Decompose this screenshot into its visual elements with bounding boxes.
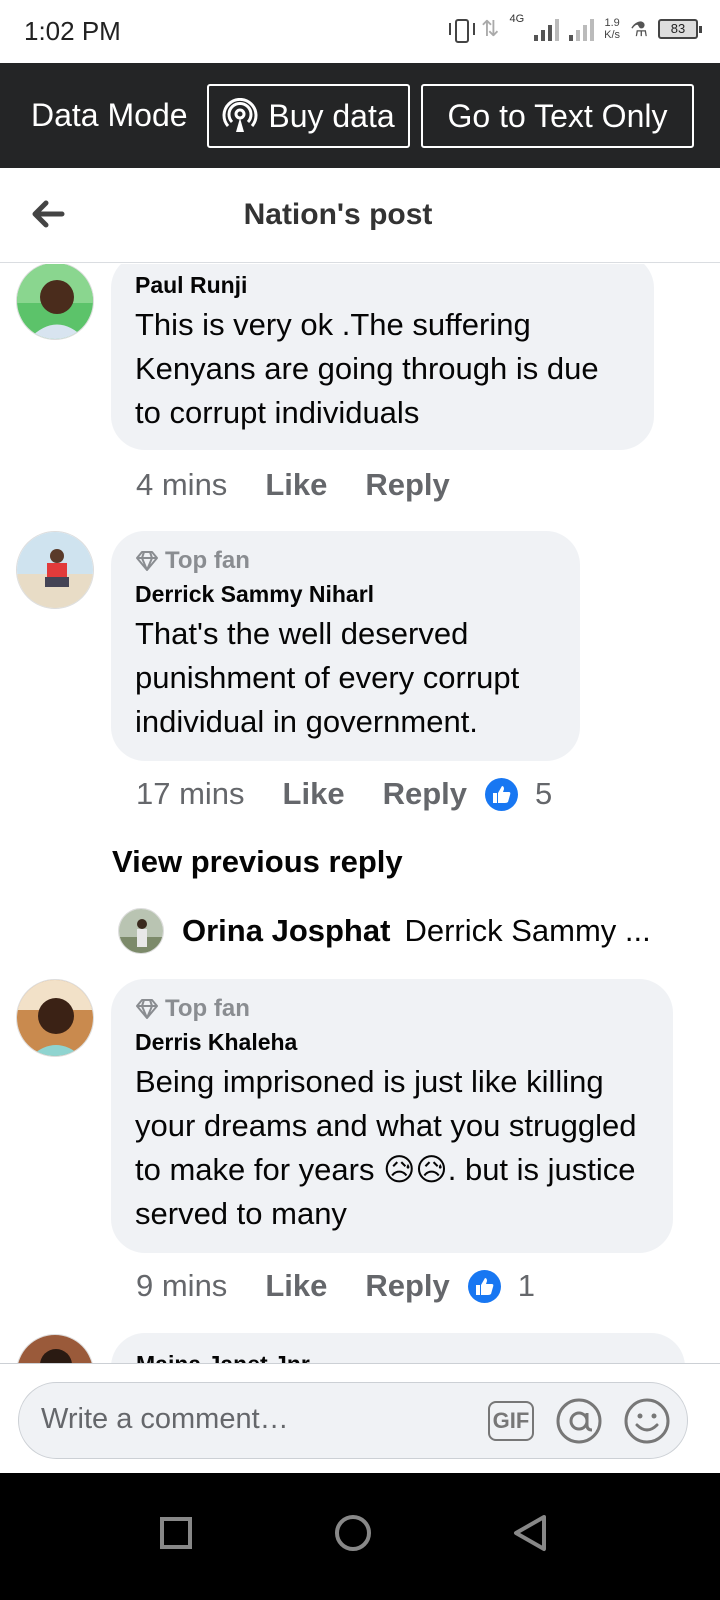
text-only-label: Go to Text Only [447, 98, 668, 134]
broadcast-icon [222, 98, 258, 132]
reaction-count[interactable]: 5 [535, 776, 552, 812]
reply-preview[interactable]: Orina Josphat Derrick Sammy ... [118, 908, 651, 954]
comment-bubble: Paul Runji This is very ok .The sufferin… [111, 264, 654, 450]
comment-text: Being imprisoned is just like killing yo… [135, 1064, 637, 1231]
like-button[interactable]: Like [283, 776, 345, 812]
comment-author[interactable]: Derrick Sammy Niharl [135, 581, 556, 608]
network-type: 4G [509, 13, 525, 25]
status-time: 1:02 PM [24, 16, 121, 46]
comment-author[interactable]: Derris Khaleha [135, 1029, 649, 1056]
diamond-icon [136, 999, 158, 1019]
like-button[interactable]: Like [265, 1268, 327, 1304]
gif-icon: GIF [488, 1401, 534, 1441]
status-bar: 1:02 PM ⇅ 4G 1.9 K/s ⚗ 83 [0, 0, 720, 63]
like-button[interactable]: Like [265, 467, 327, 503]
top-fan-badge: Top fan [135, 995, 649, 1023]
top-fan-badge: Top fan [135, 547, 556, 575]
reply-author: Orina Josphat [182, 913, 391, 948]
mention-button[interactable] [555, 1397, 603, 1445]
at-sign-icon [556, 1398, 602, 1444]
page-header: Nation's post [0, 168, 720, 263]
system-nav-bar [0, 1473, 720, 1600]
avatar[interactable] [16, 1334, 94, 1363]
text-only-button[interactable]: Go to Text Only [421, 84, 694, 148]
comment-actions: 4 mins Like Reply [136, 467, 468, 503]
home-icon[interactable] [323, 1503, 383, 1563]
badge-label: Top fan [165, 995, 250, 1022]
composer-icons: GIF [487, 1397, 671, 1445]
comment-actions: 17 mins Like Reply 5 [136, 776, 552, 812]
flask-icon: ⚗ [630, 18, 648, 41]
avatar [118, 908, 164, 954]
comment-time[interactable]: 17 mins [136, 776, 245, 812]
comment-author[interactable]: Maina Janet Jnr [136, 1351, 310, 1363]
status-icons: ⇅ 4G 1.9 K/s ⚗ 83 [449, 13, 702, 44]
thumbs-up-icon[interactable] [467, 1269, 501, 1303]
avatar[interactable] [16, 979, 94, 1057]
reply-snippet: Derrick Sammy ... [404, 913, 651, 948]
speed-value: 1.9 [604, 17, 620, 29]
comment-placeholder: Write a comment… [41, 1403, 289, 1435]
view-previous-reply-link[interactable]: View previous reply [112, 844, 403, 880]
diamond-icon [136, 551, 158, 571]
comment-text: This is very ok .The suffering Kenyans a… [135, 307, 599, 430]
comment-text: That's the well deserved punishment of e… [135, 616, 520, 739]
data-arrows-icon: ⇅ [481, 16, 500, 41]
signal-bars-2-icon [569, 17, 595, 41]
smiley-icon [624, 1398, 670, 1444]
data-mode-bar: Data Mode Buy data Go to Text Only [0, 63, 720, 168]
comment-input[interactable]: Write a comment… GIF [18, 1382, 688, 1459]
signal-bars-icon [534, 17, 560, 41]
buy-data-label: Buy data [268, 97, 395, 134]
network-speed: 1.9 K/s [604, 17, 620, 41]
gif-button[interactable]: GIF [487, 1397, 535, 1445]
recent-apps-icon[interactable] [146, 1503, 206, 1563]
back-icon[interactable] [500, 1503, 560, 1563]
avatar[interactable] [16, 531, 94, 609]
comment-author[interactable]: Paul Runji [135, 272, 630, 299]
comment-time[interactable]: 9 mins [136, 1268, 227, 1304]
buy-data-button[interactable]: Buy data [207, 84, 410, 148]
reaction-count[interactable]: 1 [518, 1268, 535, 1304]
speed-unit: K/s [604, 29, 621, 41]
thumbs-up-icon[interactable] [485, 777, 518, 811]
reply-button[interactable]: Reply [365, 467, 449, 503]
data-mode-label: Data Mode [31, 97, 188, 133]
battery-icon: 83 [658, 19, 702, 39]
comments-feed[interactable]: Paul Runji This is very ok .The sufferin… [0, 264, 720, 1363]
comment-composer: Write a comment… GIF [0, 1363, 720, 1473]
vibrate-icon [449, 14, 476, 44]
comment-actions: 9 mins Like Reply 1 [136, 1268, 535, 1304]
comment-bubble: Top fan Derrick Sammy Niharl That's the … [111, 531, 580, 761]
page-title: Nation's post [243, 198, 433, 231]
reply-button[interactable]: Reply [365, 1268, 449, 1304]
avatar[interactable] [16, 264, 94, 340]
badge-label: Top fan [165, 547, 250, 574]
comment-time[interactable]: 4 mins [136, 467, 227, 503]
comment-bubble: Top fan Derris Khaleha Being imprisoned … [111, 979, 673, 1253]
emoji-button[interactable] [623, 1397, 671, 1445]
reply-button[interactable]: Reply [383, 776, 467, 812]
